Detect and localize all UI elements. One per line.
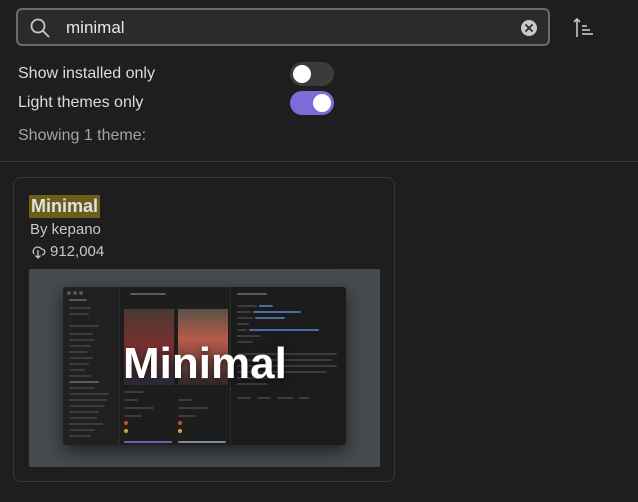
search-row (16, 8, 616, 50)
toggle-knob (313, 94, 331, 112)
result-count: Showing 1 theme: (18, 127, 147, 144)
clear-search-icon[interactable] (520, 19, 538, 37)
download-count: 912,004 (50, 243, 105, 260)
filter-installed-row: Show installed only (18, 62, 338, 88)
filter-installed-label: Show installed only (18, 65, 155, 82)
theme-preview-image: Minimal (29, 269, 380, 467)
toggle-knob (293, 65, 311, 83)
filter-light-row: Light themes only (18, 91, 338, 117)
preview-title: Minimal (123, 339, 287, 388)
theme-author: By kepano (30, 221, 101, 238)
search-input[interactable] (64, 14, 508, 42)
installed-only-toggle[interactable] (290, 62, 334, 86)
preview-sidebar (63, 287, 120, 445)
search-box[interactable] (16, 8, 550, 46)
theme-card[interactable]: Minimal By kepano 912,004 Minimal (13, 177, 395, 482)
filter-light-label: Light themes only (18, 94, 144, 111)
sort-icon[interactable] (572, 16, 596, 40)
divider (0, 161, 638, 162)
search-icon (30, 18, 50, 38)
theme-name: Minimal (29, 195, 101, 218)
light-only-toggle[interactable] (290, 91, 334, 115)
download-icon (32, 246, 46, 259)
